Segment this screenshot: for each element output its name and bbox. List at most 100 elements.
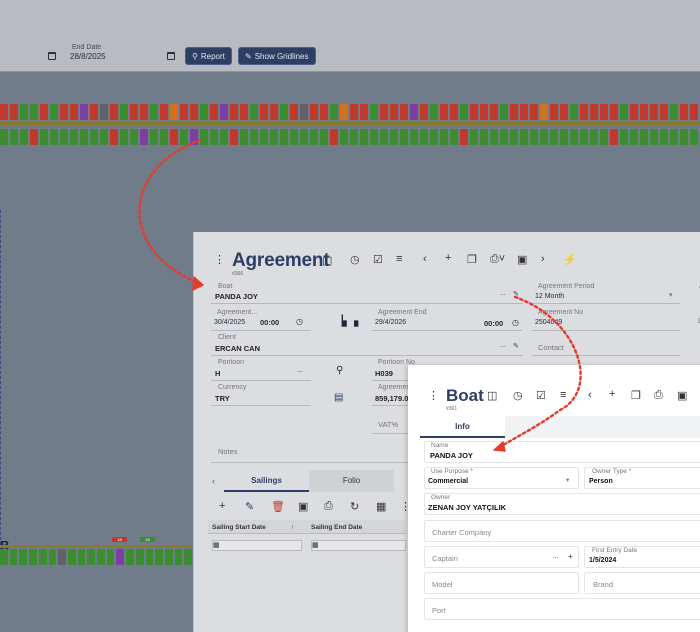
gantt-cell[interactable] — [190, 129, 198, 145]
gantt-cell[interactable] — [310, 104, 318, 120]
save-icon[interactable]: ▣ — [517, 253, 527, 266]
copy-icon[interactable]: ❐ — [467, 253, 477, 266]
gantt-cell[interactable] — [0, 549, 8, 565]
gantt-cell[interactable] — [106, 549, 115, 565]
gantt-cell[interactable] — [70, 104, 78, 120]
gantt-cell[interactable] — [600, 129, 608, 145]
gantt-cell[interactable] — [60, 129, 68, 145]
gantt-cell[interactable] — [540, 129, 548, 145]
chevron-left-icon[interactable]: ‹ — [423, 253, 427, 265]
gantt-cell[interactable] — [660, 129, 668, 145]
gantt-cell[interactable] — [87, 549, 96, 565]
agreement-end-field[interactable]: Agreement End 29/4/2026 00:00 ◷ — [372, 309, 522, 331]
gantt-cell[interactable] — [380, 104, 388, 120]
gantt-cell[interactable] — [200, 104, 208, 120]
tab-folio[interactable]: Folio — [309, 470, 394, 492]
gantt-cell[interactable] — [38, 549, 47, 565]
gantt-cell[interactable] — [30, 104, 38, 120]
gantt-cell[interactable] — [340, 104, 348, 120]
gantt-cell[interactable] — [48, 549, 57, 565]
calendar-icon[interactable] — [167, 52, 175, 60]
col-sailing-start[interactable]: Sailing Start Date — [212, 524, 266, 531]
currency-field[interactable]: Currency TRY — [211, 384, 311, 406]
gantt-cell[interactable] — [80, 104, 88, 120]
gantt-cell[interactable] — [290, 104, 298, 120]
gantt-cell[interactable] — [190, 104, 198, 120]
gantt-cell[interactable] — [20, 129, 28, 145]
gantt-cell[interactable] — [200, 129, 208, 145]
plus-icon[interactable]: + — [219, 500, 225, 512]
gantt-cell[interactable] — [480, 104, 488, 120]
gantt-cell[interactable] — [58, 549, 66, 565]
gantt-cell[interactable] — [280, 129, 288, 145]
print-icon[interactable]: ⎙˅ — [490, 253, 505, 266]
tab-sailings[interactable]: Sailings — [224, 470, 309, 492]
gantt-cell[interactable] — [180, 104, 188, 120]
gantt-cell[interactable] — [410, 129, 418, 145]
history-icon[interactable]: ◷ — [350, 253, 360, 266]
owner-type-select[interactable]: Owner Type * Person — [584, 467, 700, 489]
gantt-cell[interactable] — [60, 104, 68, 120]
first-entry-date-field[interactable]: First Entry Date 1/5/2024 — [584, 546, 700, 568]
gantt-cell[interactable] — [650, 129, 658, 145]
gantt-cell[interactable] — [500, 104, 508, 120]
save-icon[interactable]: ▣ — [677, 389, 687, 402]
gantt-cell[interactable] — [135, 549, 144, 565]
gantt-cell[interactable] — [250, 129, 258, 145]
gantt-cell[interactable] — [110, 129, 118, 145]
gantt-cell[interactable] — [19, 549, 28, 565]
gantt-cell[interactable] — [50, 104, 58, 120]
gantt-cell[interactable] — [9, 549, 18, 565]
edit-icon[interactable]: ✎ — [245, 500, 254, 513]
gantt-cell[interactable] — [600, 104, 608, 120]
gantt-cell[interactable] — [620, 104, 628, 120]
gantt-cell[interactable] — [460, 129, 468, 145]
gantt-cell[interactable] — [450, 129, 458, 145]
gantt-cell[interactable] — [0, 104, 8, 120]
gantt-cell[interactable] — [67, 549, 76, 565]
more-icon[interactable]: ... — [553, 553, 558, 560]
database-icon[interactable]: ◫ — [487, 389, 497, 402]
gantt-cell[interactable] — [570, 129, 578, 145]
gantt-cell[interactable] — [650, 104, 658, 120]
gantt-cell[interactable] — [660, 104, 668, 120]
client-field[interactable]: Client ERCAN CAN ... ✎ — [211, 334, 523, 356]
refresh-icon[interactable]: ↻ — [350, 500, 359, 513]
gantt-cell[interactable] — [530, 104, 538, 120]
filter-start-input[interactable] — [212, 540, 302, 551]
gantt-cell[interactable] — [430, 104, 438, 120]
gantt-cell[interactable] — [126, 549, 134, 565]
gantt-cell[interactable] — [97, 549, 105, 565]
gantt-cell[interactable] — [470, 104, 478, 120]
gantt-cell[interactable] — [620, 129, 628, 145]
gantt-cell[interactable] — [320, 104, 328, 120]
gantt-cell[interactable] — [540, 104, 548, 120]
gantt-cell[interactable] — [560, 129, 568, 145]
calendar-icon[interactable] — [48, 52, 56, 60]
gantt-cell[interactable] — [380, 129, 388, 145]
gantt-cell[interactable] — [370, 129, 378, 145]
gantt-cell[interactable] — [230, 104, 238, 120]
gantt-cell[interactable] — [180, 129, 188, 145]
gantt-cell[interactable] — [160, 104, 168, 120]
chart-icon[interactable]: ▕▖▗ — [335, 316, 358, 327]
gantt-cell[interactable] — [330, 104, 338, 120]
gantt-cell[interactable] — [80, 129, 88, 145]
chevron-right-icon[interactable]: › — [541, 253, 545, 265]
gantt-cell[interactable] — [260, 129, 268, 145]
model-field[interactable]: Model — [424, 572, 579, 594]
gantt-cell[interactable] — [150, 129, 158, 145]
gantt-cell[interactable] — [210, 129, 218, 145]
boat-field[interactable]: Boat PANDA JOY ... ✎ — [211, 282, 523, 304]
more-vertical-icon[interactable]: ⋮ — [214, 253, 225, 266]
gantt-cell[interactable] — [120, 129, 128, 145]
name-field[interactable]: Name PANDA JOY — [424, 441, 700, 463]
edit-icon[interactable]: ✎ — [513, 342, 519, 350]
col-sailing-end[interactable]: Sailing End Date — [311, 524, 362, 531]
gantt-cell[interactable] — [270, 129, 278, 145]
gantt-cell[interactable] — [550, 104, 558, 120]
gantt-cell[interactable] — [184, 549, 192, 565]
report-button[interactable]: ⚲ Report — [185, 47, 232, 65]
gantt-cell[interactable] — [145, 549, 154, 565]
gantt-cell[interactable] — [130, 104, 138, 120]
